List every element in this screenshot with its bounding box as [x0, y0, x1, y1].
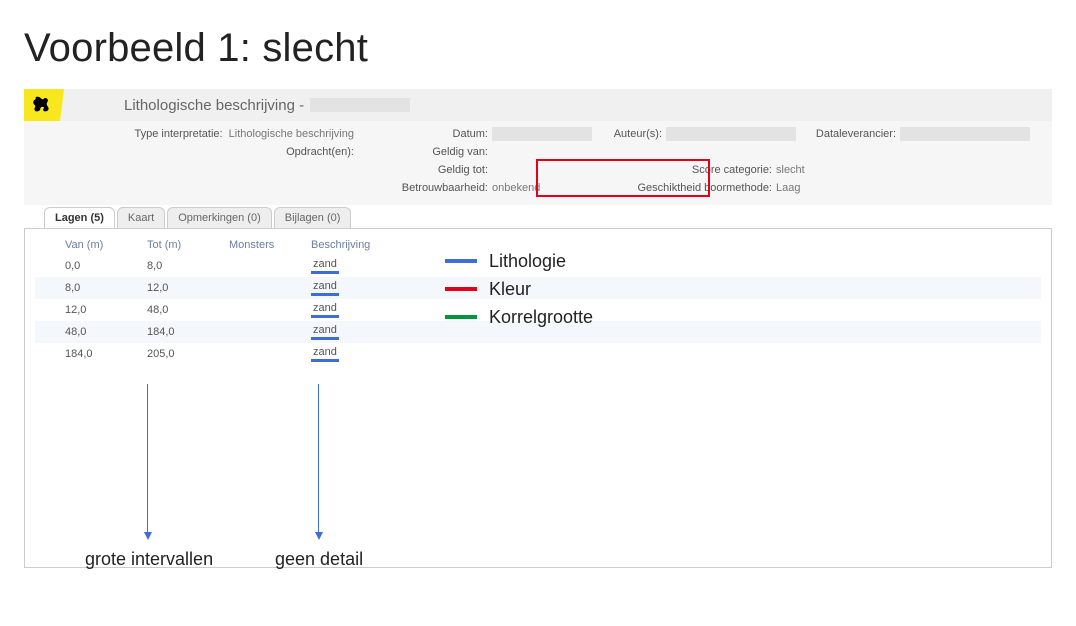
cell-besch: zand — [305, 299, 397, 321]
app-screenshot: Lithologische beschrijving - Type interp… — [24, 89, 1052, 568]
cell-besch: zand — [305, 255, 397, 277]
legend-kleur: Kleur — [489, 275, 531, 303]
swatch-lithologie — [445, 259, 477, 263]
th-tot[interactable]: Tot (m) — [141, 235, 223, 255]
redacted-title — [310, 98, 410, 112]
cell-tot: 8,0 — [141, 255, 223, 277]
meta-value-type: Lithologische beschrijving — [229, 128, 354, 140]
cell-mon — [223, 277, 305, 299]
cell-tot: 184,0 — [141, 321, 223, 343]
annotation-detail: geen detail — [275, 549, 363, 570]
metadata-block: Type interpretatie: Lithologische beschr… — [24, 121, 1052, 205]
swatch-korrelgrootte — [445, 315, 477, 319]
meta-label-geldigtot: Geldig tot: — [438, 164, 488, 176]
tabs-bar: Lagen (5) Kaart Opmerkingen (0) Bijlagen… — [44, 207, 1052, 228]
meta-label-score: Score categorie: — [692, 164, 772, 176]
cell-mon — [223, 255, 305, 277]
cell-van: 0,0 — [35, 255, 141, 277]
tab-opmerkingen[interactable]: Opmerkingen (0) — [167, 207, 272, 228]
th-mon[interactable]: Monsters — [223, 235, 305, 255]
table-row[interactable]: 184,0205,0 zand — [35, 343, 1041, 365]
cell-van: 184,0 — [35, 343, 141, 365]
cell-besch: zand — [305, 343, 397, 365]
meta-label-datum: Datum: — [453, 128, 488, 140]
cell-besch: zand — [305, 277, 397, 299]
cell-tot: 12,0 — [141, 277, 223, 299]
redacted-datalev — [900, 127, 1030, 141]
layers-panel: Van (m) Tot (m) Monsters Beschrijving 0,… — [24, 228, 1052, 568]
tab-kaart[interactable]: Kaart — [117, 207, 165, 228]
cell-van: 48,0 — [35, 321, 141, 343]
meta-label-gesch: Geschiktheid boormethode: — [637, 182, 772, 194]
meta-value-score: slecht — [776, 164, 805, 176]
cell-mon — [223, 299, 305, 321]
redacted-auteur — [666, 127, 796, 141]
cell-mon — [223, 343, 305, 365]
meta-label-betrouw: Betrouwbaarheid: — [402, 182, 488, 194]
cell-van: 8,0 — [35, 277, 141, 299]
th-van[interactable]: Van (m) — [35, 235, 141, 255]
cell-mon — [223, 321, 305, 343]
th-besch[interactable]: Beschrijving — [305, 235, 397, 255]
meta-value-betrouw: onbekend — [492, 182, 540, 194]
meta-label-type: Type interpretatie: — [135, 128, 223, 140]
cell-besch: zand — [305, 321, 397, 343]
meta-label-geldigvan: Geldig van: — [432, 146, 488, 158]
legend-korrelgrootte: Korrelgrootte — [489, 303, 593, 331]
annotation-intervallen: grote intervallen — [85, 549, 213, 570]
legend-lithologie: Lithologie — [489, 247, 566, 275]
tab-lagen[interactable]: Lagen (5) — [44, 207, 115, 228]
slide-title: Voorbeeld 1: slecht — [24, 26, 1052, 71]
meta-label-auteur: Auteur(s): — [614, 128, 662, 140]
arrow-intervallen — [147, 384, 148, 534]
arrow-detail — [318, 384, 319, 534]
app-title: Lithologische beschrijving - — [124, 97, 310, 114]
cell-tot: 205,0 — [141, 343, 223, 365]
meta-label-datalev: Dataleverancier: — [816, 128, 896, 140]
legend: Lithologie Kleur Korrelgrootte — [445, 247, 593, 331]
tab-bijlagen[interactable]: Bijlagen (0) — [274, 207, 352, 228]
redacted-datum — [492, 127, 592, 141]
cell-van: 12,0 — [35, 299, 141, 321]
flanders-lion-logo — [24, 89, 64, 121]
swatch-kleur — [445, 287, 477, 291]
meta-value-gesch: Laag — [776, 182, 800, 194]
cell-tot: 48,0 — [141, 299, 223, 321]
lion-icon — [33, 94, 55, 116]
meta-label-opdracht: Opdracht(en): — [286, 146, 354, 158]
